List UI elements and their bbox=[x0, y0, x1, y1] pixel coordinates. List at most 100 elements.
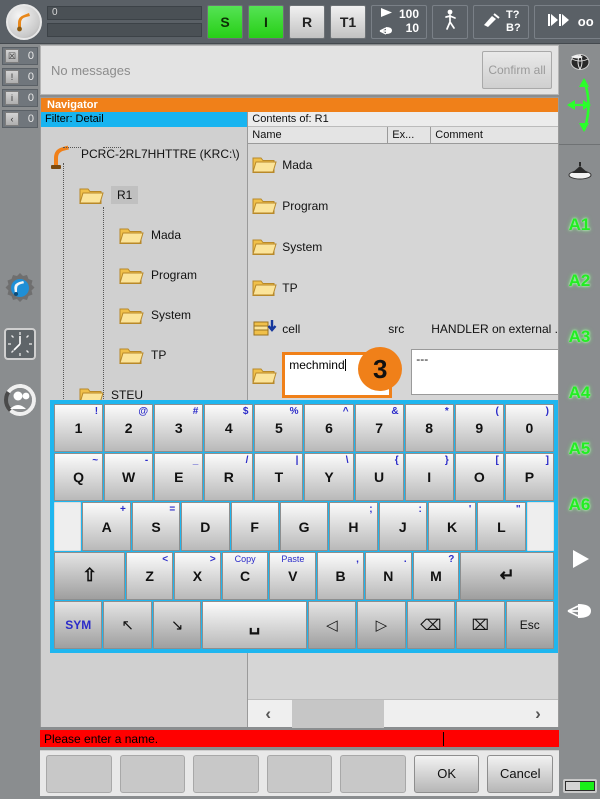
key-d[interactable]: D bbox=[181, 502, 230, 551]
user-group-icon[interactable] bbox=[0, 372, 40, 428]
table-row[interactable]: TP bbox=[248, 267, 558, 308]
key-9[interactable]: (9 bbox=[454, 404, 504, 453]
robot-interpreter-r-button[interactable]: R bbox=[289, 4, 325, 39]
tree-node-r1[interactable]: R1 bbox=[45, 147, 247, 215]
confirm-all-button[interactable]: Confirm all bbox=[482, 51, 552, 89]
end-key[interactable]: ↘ bbox=[152, 600, 202, 650]
key-a[interactable]: + A bbox=[82, 502, 131, 551]
tree-node-system[interactable]: System bbox=[45, 147, 247, 335]
space-key[interactable]: ␣ bbox=[202, 600, 307, 650]
filter-bar[interactable]: Filter: Detail bbox=[41, 112, 248, 127]
coordinate-system-icon[interactable] bbox=[559, 145, 600, 197]
key-l[interactable]: " L bbox=[477, 502, 526, 551]
backspace-key[interactable]: ⌫ bbox=[406, 600, 456, 650]
key-6[interactable]: ^ 6 bbox=[304, 404, 354, 453]
jog-direction-cross-icon[interactable] bbox=[563, 76, 597, 137]
drives-on-i-button[interactable]: I bbox=[248, 4, 284, 39]
key-j[interactable]: :J bbox=[378, 502, 427, 551]
scroll-thumb[interactable] bbox=[292, 699, 385, 728]
key-r[interactable]: / R bbox=[204, 453, 254, 502]
home-key[interactable]: ↖ bbox=[103, 600, 152, 650]
key-n[interactable]: .N bbox=[364, 551, 412, 600]
cursor-right-key[interactable]: ▷ bbox=[357, 600, 406, 650]
key-x[interactable]: > X bbox=[174, 551, 221, 600]
drives-ready-s-button[interactable]: S bbox=[207, 4, 243, 39]
key-c[interactable]: Copy C bbox=[221, 551, 269, 600]
tree-node-mada[interactable]: Mada bbox=[45, 147, 247, 255]
kuka-logo-icon[interactable] bbox=[6, 3, 42, 40]
key-5[interactable]: % 5 bbox=[254, 404, 304, 453]
key-2[interactable]: @2 bbox=[104, 404, 154, 453]
key-7[interactable]: & 7 bbox=[354, 404, 404, 453]
axis-a2-label[interactable]: A2 bbox=[559, 253, 600, 309]
axis-a5-label[interactable]: A5 bbox=[559, 421, 600, 477]
key-v[interactable]: Paste V bbox=[269, 551, 317, 600]
configuration-icon[interactable] bbox=[0, 260, 40, 316]
key-t[interactable]: | T bbox=[254, 453, 304, 502]
scroll-left-arrow[interactable]: ‹ bbox=[248, 704, 288, 724]
cancel-button[interactable]: Cancel bbox=[487, 754, 554, 793]
hand-jog-icon[interactable] bbox=[559, 585, 600, 637]
message-window[interactable]: No messages Confirm all bbox=[40, 45, 559, 95]
key-u[interactable]: {U bbox=[354, 453, 404, 502]
sym-key[interactable]: SYM bbox=[54, 600, 103, 650]
key-3[interactable]: #3 bbox=[154, 404, 204, 453]
ok-button[interactable]: OK bbox=[413, 754, 480, 793]
tree-node-root[interactable]: PCRC-2RL7HHTTRE (KRC:\) bbox=[45, 133, 247, 175]
delete-key[interactable]: ⌧ bbox=[456, 600, 505, 650]
column-header-extension[interactable]: Ex... bbox=[388, 127, 432, 143]
shift-key[interactable]: ⇧ bbox=[54, 551, 126, 600]
column-header-comment[interactable]: Comment bbox=[431, 127, 558, 143]
key-w[interactable]: -W bbox=[104, 453, 154, 502]
world-globe-icon[interactable] bbox=[567, 51, 593, 74]
table-row[interactable]: Mada bbox=[248, 144, 558, 185]
key-e[interactable]: _ E bbox=[154, 453, 204, 502]
escape-key[interactable]: Esc bbox=[505, 600, 554, 650]
softkey-3[interactable] bbox=[193, 754, 259, 793]
table-row[interactable]: System bbox=[248, 226, 558, 267]
key-1[interactable]: ! 1 bbox=[54, 404, 104, 453]
key-z[interactable]: < Z bbox=[126, 551, 174, 600]
play-triangle-icon[interactable] bbox=[559, 533, 600, 585]
new-folder-comment-cell[interactable]: --- bbox=[411, 349, 558, 395]
key-k[interactable]: ' K bbox=[427, 502, 477, 551]
key-0[interactable]: ) 0 bbox=[504, 404, 554, 453]
counter-state-messages[interactable]: ! 0 bbox=[2, 68, 38, 86]
table-row[interactable]: cell src HANDLER on external . bbox=[248, 308, 558, 349]
override-button[interactable]: 100 10 bbox=[371, 4, 428, 39]
softkey-2[interactable] bbox=[119, 754, 186, 793]
key-i[interactable]: } I bbox=[404, 453, 454, 502]
axis-a6-label[interactable]: A6 bbox=[559, 477, 600, 533]
axis-a4-label[interactable]: A4 bbox=[559, 365, 600, 421]
horizontal-scrollbar[interactable]: ‹ › bbox=[248, 699, 558, 728]
softkey-4[interactable] bbox=[266, 754, 333, 793]
increment-jog-button[interactable]: oo bbox=[533, 4, 600, 39]
key-h[interactable]: ; H bbox=[329, 502, 378, 551]
softkey-5[interactable] bbox=[340, 754, 406, 793]
tree-node-program[interactable]: Program bbox=[45, 147, 247, 295]
key-s[interactable]: = S bbox=[131, 502, 181, 551]
cursor-left-key[interactable]: ◁ bbox=[307, 600, 357, 650]
operating-mode-t1-button[interactable]: T1 bbox=[330, 4, 366, 39]
table-row[interactable]: Program bbox=[248, 185, 558, 226]
key-o[interactable]: [O bbox=[454, 453, 504, 502]
key-f[interactable]: F bbox=[230, 502, 279, 551]
tree-node-tp[interactable]: TP bbox=[45, 147, 247, 375]
scroll-right-arrow[interactable]: › bbox=[518, 704, 558, 724]
column-header-name[interactable]: Name bbox=[248, 127, 389, 143]
counter-acknowledge-messages[interactable]: ☒ 0 bbox=[2, 47, 38, 65]
key-g[interactable]: G bbox=[279, 502, 329, 551]
counter-notification-messages[interactable]: i 0 bbox=[2, 89, 38, 107]
key-q[interactable]: ~ Q bbox=[54, 453, 104, 502]
enter-key[interactable]: ↵ bbox=[460, 551, 555, 600]
axis-a3-label[interactable]: A3 bbox=[559, 309, 600, 365]
new-folder-edit-row[interactable]: mechmind 3 --- bbox=[248, 347, 558, 401]
key-y[interactable]: \ Y bbox=[304, 453, 354, 502]
key-p[interactable]: ] P bbox=[504, 453, 554, 502]
clock-icon[interactable] bbox=[0, 316, 40, 372]
counter-waiting-messages[interactable]: ‹ 0 bbox=[2, 110, 38, 128]
tool-base-button[interactable]: T? B? bbox=[473, 4, 529, 39]
axis-a1-label[interactable]: A1 bbox=[559, 197, 600, 253]
key-4[interactable]: $4 bbox=[204, 404, 254, 453]
key-m[interactable]: ? M bbox=[412, 551, 460, 600]
